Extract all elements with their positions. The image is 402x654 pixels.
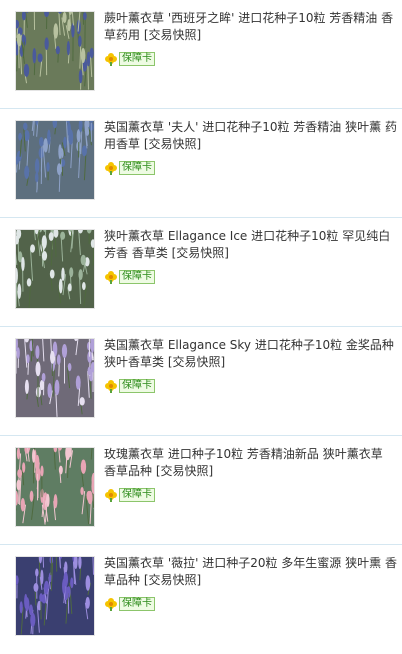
product-title-link[interactable]: 玫瑰薰衣草 进口种子10粒 芳香精油新品 狭叶薰衣草 香草品种 [交易快照] [104,446,397,480]
badge-label: 保障卡 [119,597,155,611]
product-photo [16,557,94,635]
guarantee-badge[interactable]: 保障卡 [104,596,155,611]
yellow-flower-icon [104,488,118,502]
list-item: 玫瑰薰衣草 进口种子10粒 芳香精油新品 狭叶薰衣草 香草品种 [交易快照] 保… [0,436,402,545]
list-item: 英国薰衣草 Ellagance Sky 进口花种子10粒 金奖品种狭叶香草类 [… [0,327,402,436]
product-title-link[interactable]: 狭叶薰衣草 Ellagance Ice 进口花种子10粒 罕见纯白芳香 香草类 … [104,228,397,262]
product-photo [16,448,94,526]
product-title-link[interactable]: 英国薰衣草 Ellagance Sky 进口花种子10粒 金奖品种狭叶香草类 [… [104,337,397,371]
list-item: 蕨叶薰衣草 '西班牙之眸' 进口花种子10粒 芳香精油 香草药用 [交易快照] … [0,0,402,109]
badge-label: 保障卡 [119,161,155,175]
product-title-link[interactable]: 英国薰衣草 '薇拉' 进口种子20粒 多年生蜜源 狭叶熏 香草品种 [交易快照] [104,555,397,589]
yellow-flower-icon [104,379,118,393]
yellow-flower-icon [104,52,118,66]
product-photo [16,12,94,90]
product-thumbnail[interactable] [15,447,95,527]
product-photo [16,339,94,417]
product-thumbnail[interactable] [15,229,95,309]
list-item: 英国薰衣草 '薇拉' 进口种子20粒 多年生蜜源 狭叶熏 香草品种 [交易快照]… [0,545,402,654]
product-title-link[interactable]: 英国薰衣草 '夫人' 进口花种子10粒 芳香精油 狭叶薰 药用香草 [交易快照] [104,119,397,153]
badge-label: 保障卡 [119,270,155,284]
product-title-link[interactable]: 蕨叶薰衣草 '西班牙之眸' 进口花种子10粒 芳香精油 香草药用 [交易快照] [104,10,397,44]
guarantee-badge[interactable]: 保障卡 [104,160,155,175]
list-item: 英国薰衣草 '夫人' 进口花种子10粒 芳香精油 狭叶薰 药用香草 [交易快照]… [0,109,402,218]
list-item: 狭叶薰衣草 Ellagance Ice 进口花种子10粒 罕见纯白芳香 香草类 … [0,218,402,327]
yellow-flower-icon [104,161,118,175]
product-thumbnail[interactable] [15,120,95,200]
badge-label: 保障卡 [119,488,155,502]
product-thumbnail[interactable] [15,556,95,636]
product-thumbnail[interactable] [15,338,95,418]
product-list: 蕨叶薰衣草 '西班牙之眸' 进口花种子10粒 芳香精油 香草药用 [交易快照] … [0,0,402,645]
badge-label: 保障卡 [119,52,155,66]
product-thumbnail[interactable] [15,11,95,91]
product-photo [16,230,94,308]
yellow-flower-icon [104,597,118,611]
guarantee-badge[interactable]: 保障卡 [104,51,155,66]
guarantee-badge[interactable]: 保障卡 [104,269,155,284]
guarantee-badge[interactable]: 保障卡 [104,487,155,502]
yellow-flower-icon [104,270,118,284]
product-photo [16,121,94,199]
badge-label: 保障卡 [119,379,155,393]
guarantee-badge[interactable]: 保障卡 [104,378,155,393]
